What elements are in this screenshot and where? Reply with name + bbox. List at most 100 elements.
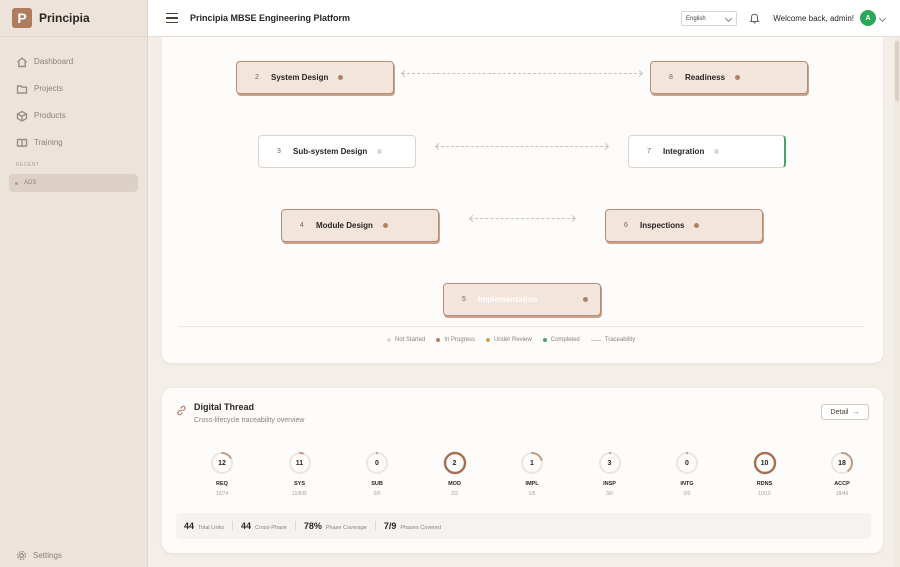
status-dot <box>377 149 383 154</box>
metric-value: 0 <box>685 459 689 467</box>
phase-number: 6 <box>624 222 628 229</box>
phase-node-implementation[interactable]: 5 Implementation <box>443 283 601 316</box>
phase-node-readiness[interactable]: 8 Readiness <box>650 61 808 94</box>
menu-toggle-button[interactable] <box>166 13 178 23</box>
phase-node-system-design[interactable]: 2 System Design <box>236 61 394 94</box>
legend-dot <box>387 338 391 342</box>
link-icon <box>177 405 186 416</box>
progress-ring: 3 <box>598 451 622 475</box>
sidebar-item-products[interactable]: Products <box>0 102 147 129</box>
divider <box>178 326 864 327</box>
progress-ring: 2 <box>443 451 467 475</box>
summary-total-links: 44 Total Links <box>184 521 234 531</box>
phase-node-subsystem-design[interactable]: 3 Sub-system Design <box>258 135 416 168</box>
summary-value: 78% <box>303 521 322 531</box>
phase-number: 3 <box>277 148 281 155</box>
language-select[interactable]: English <box>681 11 737 26</box>
avatar[interactable]: A <box>860 10 876 26</box>
sidebar-item-label: Dashboard <box>34 57 74 66</box>
sidebar-item-label: Training <box>34 138 63 147</box>
metric-intg[interactable]: 0 INTG 0/0 <box>667 451 707 497</box>
metric-code: SUB <box>371 481 383 487</box>
recent-item-label: ADS <box>24 180 37 186</box>
page-title: Principia MBSE Engineering Platform <box>190 13 351 23</box>
sidebar-item-projects[interactable]: Projects <box>0 75 147 102</box>
legend-item-traceability: Traceability <box>590 337 636 343</box>
section-title: Digital Thread <box>194 402 255 412</box>
metric-code: MOD <box>448 481 461 487</box>
scrollbar-thumb[interactable] <box>895 41 899 101</box>
brand[interactable]: P Principia <box>0 0 147 37</box>
status-dot <box>338 75 344 80</box>
legend-label: Not Started <box>395 337 426 343</box>
metric-fraction: 0/0 <box>373 491 381 497</box>
top-bar: Principia MBSE Engineering Platform Engl… <box>148 0 900 37</box>
progress-ring: 18 <box>830 451 854 475</box>
sidebar-item-training[interactable]: Training <box>0 129 147 156</box>
status-dot <box>694 223 700 228</box>
metric-fraction: 1/5 <box>528 491 536 497</box>
phase-node-integration[interactable]: 7 Integration <box>628 135 786 168</box>
summary-phases-covered: 7/9 Phases Covered <box>384 521 449 531</box>
status-dot <box>735 75 741 80</box>
metric-accp[interactable]: 18 ACCP 18/46 <box>822 451 862 497</box>
phase-number: 4 <box>300 222 304 229</box>
language-value: English <box>686 15 706 22</box>
metric-fraction: 18/46 <box>835 491 849 497</box>
thread-summary: 44 Total Links 44 Cross-Phase 78% Phase … <box>176 513 871 539</box>
metric-code: RDNS <box>756 481 773 487</box>
metric-code: IMPL <box>525 481 539 487</box>
phase-label: Sub-system Design <box>293 147 368 156</box>
summary-value: 44 <box>184 521 195 531</box>
settings-label: Settings <box>33 551 62 560</box>
page-scrollbar[interactable] <box>894 37 900 567</box>
detail-button-label: Detail <box>830 408 849 416</box>
detail-button[interactable]: Detail → <box>821 404 869 420</box>
summary-label: Phase Coverage <box>325 525 367 531</box>
sidebar-item-settings[interactable]: Settings <box>16 550 62 561</box>
metric-sub[interactable]: 0 SUB 0/0 <box>357 451 397 497</box>
metric-fraction: 11/835 <box>292 491 307 497</box>
phase-node-module-design[interactable]: 4 Module Design <box>281 209 439 242</box>
summary-cross-phase: 44 Cross-Phase <box>241 521 296 531</box>
metric-insp[interactable]: 3 INSP 3/0 <box>590 451 630 497</box>
phase-node-inspections[interactable]: 6 Inspections <box>605 209 763 242</box>
legend-label: Traceability <box>604 337 636 343</box>
gear-icon <box>16 550 27 561</box>
traceability-link <box>436 146 608 147</box>
sidebar-item-dashboard[interactable]: Dashboard <box>0 48 147 75</box>
metric-value: 2 <box>452 459 457 467</box>
legend-item-under-review: Under Review <box>486 337 532 343</box>
progress-ring: 1 <box>520 451 544 475</box>
metric-value: 3 <box>607 459 612 467</box>
recent-item-ads[interactable]: ADS <box>9 174 138 192</box>
metric-code: REQ <box>216 481 228 487</box>
metric-code: INSP <box>603 481 616 487</box>
legend-dot <box>486 338 491 342</box>
phase-number: 8 <box>669 74 673 81</box>
phase-label: Integration <box>663 147 705 156</box>
bell-icon[interactable] <box>749 12 760 24</box>
metric-impl[interactable]: 1 IMPL 1/5 <box>512 451 552 497</box>
summary-label: Cross-Phase <box>255 525 287 531</box>
brand-logo: P <box>12 8 32 28</box>
metric-value: 10 <box>760 459 769 467</box>
legend-dot <box>436 338 441 342</box>
metric-mod[interactable]: 2 MOD 2/2 <box>435 451 475 497</box>
metric-rdns[interactable]: 10 RDNS 10/10 <box>745 451 785 497</box>
metric-sys[interactable]: 11 SYS 11/835 <box>280 451 320 497</box>
summary-label: Total Links <box>198 525 225 531</box>
sidebar-item-label: Products <box>34 111 66 120</box>
metric-fraction: 10/10 <box>758 491 771 497</box>
phase-number: 2 <box>255 74 259 81</box>
legend-item-completed: Completed <box>542 337 580 343</box>
metric-req[interactable]: 12 REQ 12/74 <box>202 451 242 497</box>
metric-code: ACCP <box>834 481 850 487</box>
progress-ring: 12 <box>210 451 234 475</box>
section-subtitle: Cross-lifecycle traceability overview <box>194 417 305 424</box>
progress-ring: 0 <box>675 451 699 475</box>
phase-label: Module Design <box>316 221 373 230</box>
chevron-down-icon[interactable] <box>878 14 887 23</box>
progress-ring: 11 <box>288 451 312 475</box>
status-dot <box>382 223 388 228</box>
